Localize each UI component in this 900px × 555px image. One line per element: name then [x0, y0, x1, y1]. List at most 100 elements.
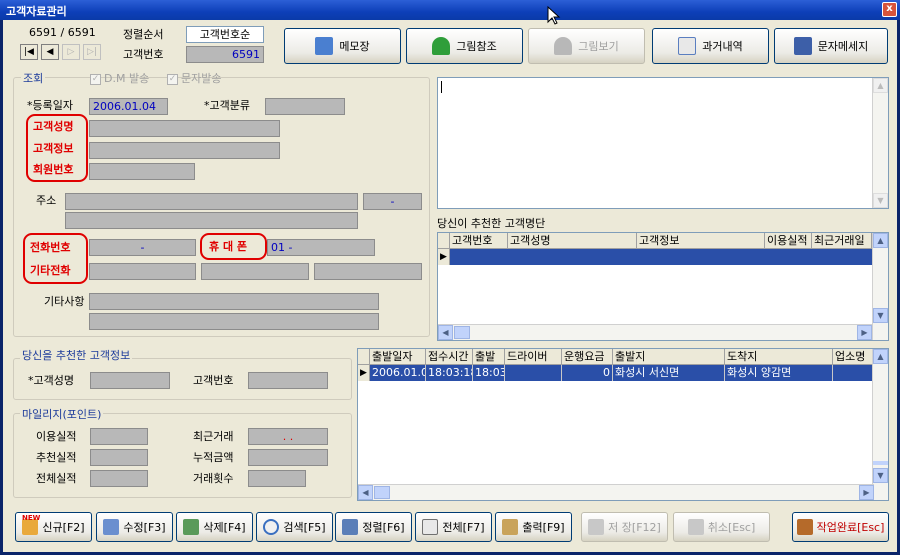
- document-icon: [678, 37, 697, 55]
- address-zip-field[interactable]: -: [363, 193, 422, 210]
- sms-button[interactable]: 문자메세지: [774, 28, 888, 64]
- scroll-up-icon[interactable]: ▲: [873, 349, 888, 364]
- sort-order-select[interactable]: 고객번호순: [186, 26, 264, 43]
- reg-date-field[interactable]: 2006.01.04: [89, 98, 168, 115]
- member-no-field[interactable]: [89, 163, 195, 180]
- recommended-grid[interactable]: 고객번호 고객성명 고객정보 이용실적 최근거래일 ▶ ▲ ▼ ◀ ▶: [437, 232, 889, 341]
- phone-field[interactable]: -: [89, 239, 196, 256]
- customer-number-label: 고객번호: [123, 48, 164, 61]
- print-button[interactable]: 출력[F9]: [495, 512, 572, 542]
- col-header[interactable]: 드라이버: [505, 349, 562, 365]
- all-count-field[interactable]: [90, 470, 148, 487]
- reg-date-label: *등록일자: [27, 99, 73, 112]
- scroll-left-icon[interactable]: ◀: [358, 485, 373, 500]
- customer-number-field[interactable]: 6591: [186, 46, 264, 63]
- recommender-no-field[interactable]: [248, 372, 328, 389]
- col-header[interactable]: 고객성명: [508, 233, 637, 249]
- memo-textarea[interactable]: ▲ ▼: [437, 77, 889, 209]
- all-button[interactable]: 전체[F7]: [415, 512, 492, 542]
- scroll-right-icon[interactable]: ▶: [859, 485, 874, 500]
- cust-info-field[interactable]: [89, 142, 280, 159]
- next-record-button[interactable]: ▷: [62, 44, 80, 60]
- new-button[interactable]: NEW 신규[F2]: [15, 512, 92, 542]
- cell-date: 2006.01.04: [370, 365, 426, 381]
- address-field-2[interactable]: [65, 212, 358, 229]
- col-header[interactable]: 고객번호: [450, 233, 508, 249]
- recommended-hscroll[interactable]: ◀ ▶: [438, 324, 872, 340]
- memo-button[interactable]: 메모장: [284, 28, 401, 64]
- col-header[interactable]: 최근거래일: [812, 233, 872, 249]
- sms-send-checkbox[interactable]: ✓: [167, 74, 178, 85]
- row-indicator-header: [438, 233, 450, 249]
- other-phone-field-2[interactable]: [201, 263, 309, 280]
- trips-hscroll[interactable]: ◀ ▶: [358, 484, 874, 500]
- scroll-down-icon[interactable]: ▼: [873, 468, 888, 483]
- scroll-thumb[interactable]: [454, 326, 470, 339]
- cell-shop: [833, 365, 874, 381]
- recommender-name-field[interactable]: [90, 372, 170, 389]
- main-window: 고객자료관리 x 6591 / 6591 |◀ ◀ ▷ ▷| 정렬순서 고객번호…: [0, 0, 900, 555]
- cust-type-label: *고객분류: [204, 99, 250, 112]
- scroll-down-icon[interactable]: ▼: [873, 308, 888, 323]
- scroll-left-icon[interactable]: ◀: [438, 325, 453, 340]
- col-header[interactable]: 고객정보: [637, 233, 765, 249]
- sort-button[interactable]: 정렬[F6]: [335, 512, 412, 542]
- col-header[interactable]: 출발일자: [370, 349, 426, 365]
- cancel-button[interactable]: 취소[Esc]: [673, 512, 770, 542]
- trips-vscroll[interactable]: ▲ ▼: [872, 349, 888, 500]
- cust-name-label: 고객성명: [33, 120, 74, 133]
- other-phone-field-3[interactable]: [314, 263, 422, 280]
- address-field-1[interactable]: [65, 193, 358, 210]
- cell-recv-time: 18:03:18: [428, 365, 473, 381]
- recommend-count-field[interactable]: [90, 449, 148, 466]
- dm-send-checkbox[interactable]: ✓: [90, 74, 101, 85]
- scroll-down-icon[interactable]: ▼: [873, 193, 888, 208]
- recommender-no-label: 고객번호: [193, 374, 234, 387]
- recommend-count-label: 추천실적: [36, 451, 77, 464]
- other-phone-field-1[interactable]: [89, 263, 196, 280]
- scroll-up-icon[interactable]: ▲: [873, 78, 888, 93]
- cust-name-field[interactable]: [89, 120, 280, 137]
- recent-date-field[interactable]: . .: [248, 428, 328, 445]
- table-row[interactable]: [450, 249, 872, 265]
- col-header[interactable]: 출발: [473, 349, 505, 365]
- table-row[interactable]: 2006.01.04 18:03:18 18:03 0 화성시 서신면 화성시 …: [370, 365, 874, 381]
- total-amount-field[interactable]: [248, 449, 328, 466]
- cell-driver: [505, 365, 562, 381]
- usage-field[interactable]: [90, 428, 148, 445]
- col-header[interactable]: 이용실적: [765, 233, 812, 249]
- misc-field-1[interactable]: [89, 293, 379, 310]
- scroll-right-icon[interactable]: ▶: [857, 325, 872, 340]
- edit-button[interactable]: 수정[F3]: [96, 512, 173, 542]
- recommended-vscroll[interactable]: ▲ ▼: [872, 233, 888, 340]
- first-record-button[interactable]: |◀: [20, 44, 38, 60]
- image-ref-button[interactable]: 그림참조: [406, 28, 523, 64]
- last-record-button[interactable]: ▷|: [83, 44, 101, 60]
- col-header[interactable]: 업소명: [833, 349, 874, 365]
- col-header[interactable]: 운행요금: [562, 349, 613, 365]
- cust-type-field[interactable]: [265, 98, 345, 115]
- mouse-cursor-icon: [547, 6, 561, 25]
- done-button[interactable]: 작업완료[Esc]: [792, 512, 889, 542]
- col-header[interactable]: 출발지: [613, 349, 725, 365]
- trade-count-field[interactable]: [248, 470, 306, 487]
- search-button[interactable]: 검색[F5]: [256, 512, 333, 542]
- memo-vscroll[interactable]: ▲ ▼: [872, 78, 888, 208]
- image-view-button[interactable]: 그림보기: [528, 28, 645, 64]
- save-button[interactable]: 저 장[F12]: [581, 512, 668, 542]
- scroll-up-icon[interactable]: ▲: [873, 233, 888, 248]
- scroll-thumb[interactable]: [873, 461, 888, 465]
- trips-grid[interactable]: 출발일자 접수시간 출발 드라이버 운행요금 출발지 도착지 업소명 ▶ 200…: [357, 348, 889, 501]
- mobile-field[interactable]: 01 -: [267, 239, 375, 256]
- scroll-thumb[interactable]: [374, 486, 390, 499]
- door-exit-icon: [796, 519, 813, 535]
- close-button[interactable]: x: [882, 2, 897, 17]
- col-header[interactable]: 접수시간: [426, 349, 473, 365]
- misc-field-2[interactable]: [89, 313, 379, 330]
- phone-label: 전화번호: [30, 241, 71, 254]
- history-button[interactable]: 과거내역: [652, 28, 769, 64]
- prev-record-button[interactable]: ◀: [41, 44, 59, 60]
- col-header[interactable]: 도착지: [725, 349, 833, 365]
- delete-button[interactable]: 삭제[F4]: [176, 512, 253, 542]
- mobile-label: 휴 대 폰: [209, 240, 248, 253]
